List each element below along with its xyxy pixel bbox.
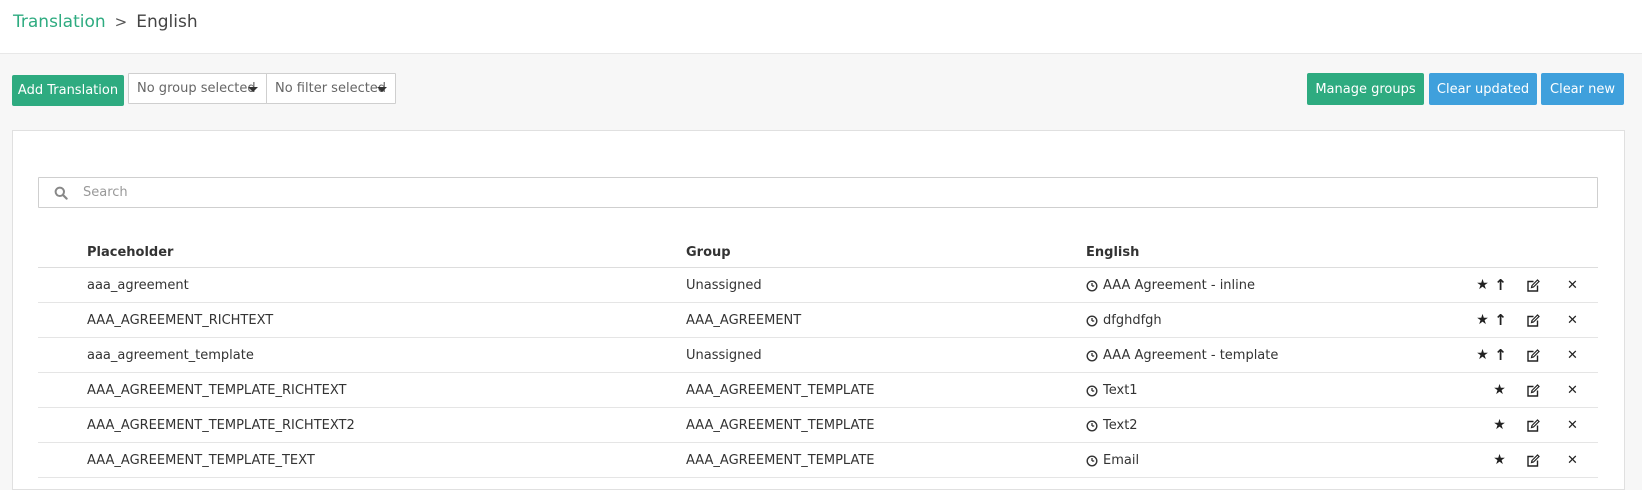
clock-icon <box>1086 314 1098 327</box>
placeholder-cell: AAA_AGREEMENT_RICHTEXT <box>87 313 274 328</box>
manage-groups-button[interactable]: Manage groups <box>1307 73 1424 105</box>
english-text: Text1 <box>1103 383 1138 398</box>
header-placeholder: Placeholder <box>87 245 174 260</box>
caret-down-icon <box>248 87 258 92</box>
clock-icon <box>1086 384 1098 397</box>
group-select-value: No group selected <box>137 81 256 96</box>
header-english: English <box>1086 245 1140 260</box>
edit-icon[interactable] <box>1525 453 1540 468</box>
breadcrumb-separator: > <box>114 13 128 31</box>
star-icon[interactable]: ★ <box>1492 383 1507 398</box>
caret-down-icon <box>377 87 387 92</box>
star-icon[interactable]: ★ <box>1475 278 1490 293</box>
table-header: Placeholder Group English <box>38 233 1598 268</box>
table-row: AAA_AGREEMENT_RICHTEXT AAA_AGREEMENT dfg… <box>38 303 1598 338</box>
edit-icon[interactable] <box>1525 418 1540 433</box>
star-icon[interactable]: ★ <box>1492 418 1507 433</box>
english-cell: Email <box>1086 453 1139 468</box>
english-cell: AAA Agreement - template <box>1086 348 1278 363</box>
english-text: Text2 <box>1103 418 1138 433</box>
search-icon <box>54 186 68 200</box>
arrow-up-icon[interactable]: ↑ <box>1493 348 1508 363</box>
translations-table: Placeholder Group English aaa_agreement … <box>38 233 1598 478</box>
group-cell: Unassigned <box>686 348 762 363</box>
clock-icon <box>1086 349 1098 362</box>
english-text: AAA Agreement - template <box>1103 348 1279 363</box>
edit-icon[interactable] <box>1525 278 1540 293</box>
breadcrumb-translation-link[interactable]: Translation <box>13 12 106 32</box>
delete-icon[interactable]: ✕ <box>1565 313 1580 328</box>
edit-icon[interactable] <box>1525 313 1540 328</box>
english-cell: AAA Agreement - inline <box>1086 278 1255 293</box>
clear-updated-button[interactable]: Clear updated <box>1429 73 1537 105</box>
table-row: aaa_agreement Unassigned AAA Agreement -… <box>38 268 1598 303</box>
delete-icon[interactable]: ✕ <box>1565 418 1580 433</box>
placeholder-cell: aaa_agreement <box>87 278 189 293</box>
edit-icon[interactable] <box>1525 383 1540 398</box>
translations-panel: Placeholder Group English aaa_agreement … <box>12 130 1625 490</box>
search-box <box>38 177 1598 208</box>
table-body: aaa_agreement Unassigned AAA Agreement -… <box>38 268 1598 478</box>
arrow-up-icon[interactable]: ↑ <box>1493 313 1508 328</box>
filter-select[interactable]: No filter selected <box>266 73 396 104</box>
group-cell: AAA_AGREEMENT <box>686 313 802 328</box>
placeholder-cell: AAA_AGREEMENT_TEMPLATE_RICHTEXT2 <box>87 418 355 433</box>
group-cell: Unassigned <box>686 278 762 293</box>
english-cell: Text1 <box>1086 383 1138 398</box>
delete-icon[interactable]: ✕ <box>1565 348 1580 363</box>
group-select[interactable]: No group selected <box>128 73 267 104</box>
clock-icon <box>1086 419 1098 432</box>
table-row: AAA_AGREEMENT_TEMPLATE_RICHTEXT AAA_AGRE… <box>38 373 1598 408</box>
placeholder-cell: aaa_agreement_template <box>87 348 254 363</box>
breadcrumb: Translation > English <box>13 12 198 32</box>
clock-icon <box>1086 454 1098 467</box>
breadcrumb-current: English <box>136 12 198 32</box>
toolbar: Add Translation No group selected No fil… <box>12 73 1624 110</box>
placeholder-cell: AAA_AGREEMENT_TEMPLATE_RICHTEXT <box>87 383 347 398</box>
arrow-up-icon[interactable]: ↑ <box>1493 278 1508 293</box>
english-text: Email <box>1103 453 1140 468</box>
header-group: Group <box>686 245 731 260</box>
star-icon[interactable]: ★ <box>1475 348 1490 363</box>
group-cell: AAA_AGREEMENT_TEMPLATE <box>686 453 875 468</box>
english-text: dfghdfgh <box>1103 313 1162 328</box>
star-icon[interactable]: ★ <box>1492 453 1507 468</box>
clock-icon <box>1086 279 1098 292</box>
english-cell: Text2 <box>1086 418 1138 433</box>
group-cell: AAA_AGREEMENT_TEMPLATE <box>686 383 875 398</box>
star-icon[interactable]: ★ <box>1475 313 1490 328</box>
delete-icon[interactable]: ✕ <box>1565 383 1580 398</box>
english-text: AAA Agreement - inline <box>1103 278 1256 293</box>
group-cell: AAA_AGREEMENT_TEMPLATE <box>686 418 875 433</box>
delete-icon[interactable]: ✕ <box>1565 453 1580 468</box>
placeholder-cell: AAA_AGREEMENT_TEMPLATE_TEXT <box>87 453 315 468</box>
table-row: aaa_agreement_template Unassigned AAA Ag… <box>38 338 1598 373</box>
english-cell: dfghdfgh <box>1086 313 1162 328</box>
filter-select-value: No filter selected <box>275 81 387 96</box>
search-input[interactable] <box>83 179 1583 206</box>
add-translation-button[interactable]: Add Translation <box>12 75 124 106</box>
delete-icon[interactable]: ✕ <box>1565 278 1580 293</box>
breadcrumb-bar: Translation > English <box>0 0 1642 54</box>
table-row: AAA_AGREEMENT_TEMPLATE_TEXT AAA_AGREEMEN… <box>38 443 1598 478</box>
clear-new-button[interactable]: Clear new <box>1541 73 1624 105</box>
table-row: AAA_AGREEMENT_TEMPLATE_RICHTEXT2 AAA_AGR… <box>38 408 1598 443</box>
edit-icon[interactable] <box>1525 348 1540 363</box>
